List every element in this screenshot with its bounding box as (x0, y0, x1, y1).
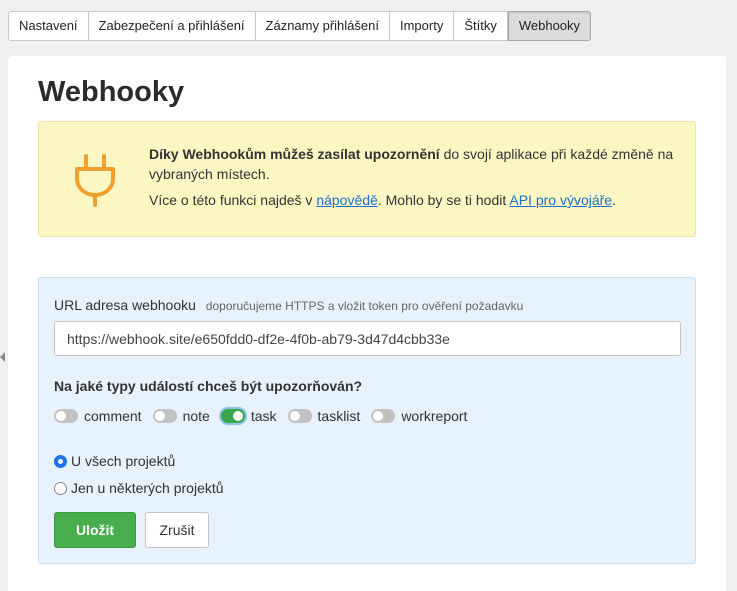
event-toggle-workreport[interactable]: workreport (371, 408, 467, 424)
content-card: Webhooky Díky Webhookům můžeš zasílat up… (8, 56, 726, 591)
scope-option-some[interactable]: Jen u některých projektů (54, 478, 224, 498)
scope-option-all[interactable]: U všech projektů (54, 451, 224, 471)
toggle-switch[interactable] (220, 409, 245, 423)
info-notice: Díky Webhookům můžeš zasílat upozornění … (38, 121, 696, 237)
tab-nastaveni[interactable]: Nastavení (8, 11, 89, 41)
toggle-switch[interactable] (287, 409, 312, 423)
event-toggle-comment[interactable]: comment (54, 408, 142, 424)
notice-text-after: . (612, 192, 616, 208)
webhook-url-input[interactable] (54, 321, 681, 356)
events-question: Na jaké typy událostí chceš být upozorňo… (54, 378, 363, 394)
plug-icon (75, 154, 115, 207)
api-link[interactable]: API pro vývojáře (509, 192, 612, 208)
project-scope-group: U všech projektů Jen u některých projekt… (54, 451, 224, 505)
tab-imports[interactable]: Importy (389, 11, 455, 41)
event-label: comment (84, 408, 142, 424)
event-label: note (182, 408, 210, 424)
settings-tabs: Nastavení Zabezpečení a přihlášení Zázna… (8, 11, 592, 41)
collapse-arrow-icon[interactable] (0, 352, 5, 362)
notice-bold-text: Díky Webhookům můžeš zasílat upozornění (149, 146, 440, 162)
tab-login-records[interactable]: Záznamy přihlášení (255, 11, 390, 41)
url-label: URL adresa webhooku doporučujeme HTTPS a… (54, 297, 523, 313)
radio-button[interactable] (54, 481, 67, 495)
webhook-form: URL adresa webhooku doporučujeme HTTPS a… (38, 277, 696, 564)
notice-text-middle: . Mohlo by se ti hodit (377, 192, 510, 208)
event-toggle-task[interactable]: task (220, 408, 277, 424)
toggle-switch[interactable] (371, 409, 396, 423)
radio-label: Jen u některých projektů (71, 480, 224, 496)
notice-text-before-link: Více o této funkci najdeš v (149, 192, 317, 208)
notice-text: Díky Webhookům můžeš zasílat upozornění … (149, 144, 679, 210)
save-button[interactable]: Uložit (54, 512, 136, 548)
toggle-switch[interactable] (54, 409, 78, 423)
event-label: task (250, 408, 277, 424)
cancel-button[interactable]: Zrušit (145, 512, 209, 548)
event-toggle-tasklist[interactable]: tasklist (287, 408, 361, 424)
radio-button[interactable] (54, 454, 67, 468)
radio-label: U všech projektů (71, 453, 176, 469)
event-toggles: comment note task tasklist workreport (54, 406, 478, 426)
url-label-text: URL adresa webhooku (54, 297, 196, 313)
event-toggle-note[interactable]: note (152, 408, 210, 424)
event-label: workreport (401, 408, 468, 424)
toggle-switch[interactable] (152, 409, 177, 423)
help-link[interactable]: nápovědě (316, 192, 378, 208)
event-label: tasklist (317, 408, 361, 424)
page-title: Webhooky (38, 76, 185, 108)
tab-security[interactable]: Zabezpečení a přihlášení (88, 11, 256, 41)
tab-tags[interactable]: Štítky (454, 11, 508, 41)
url-hint: doporučujeme HTTPS a vložit token pro ov… (205, 299, 524, 313)
tab-webhooks[interactable]: Webhooky (507, 11, 592, 41)
